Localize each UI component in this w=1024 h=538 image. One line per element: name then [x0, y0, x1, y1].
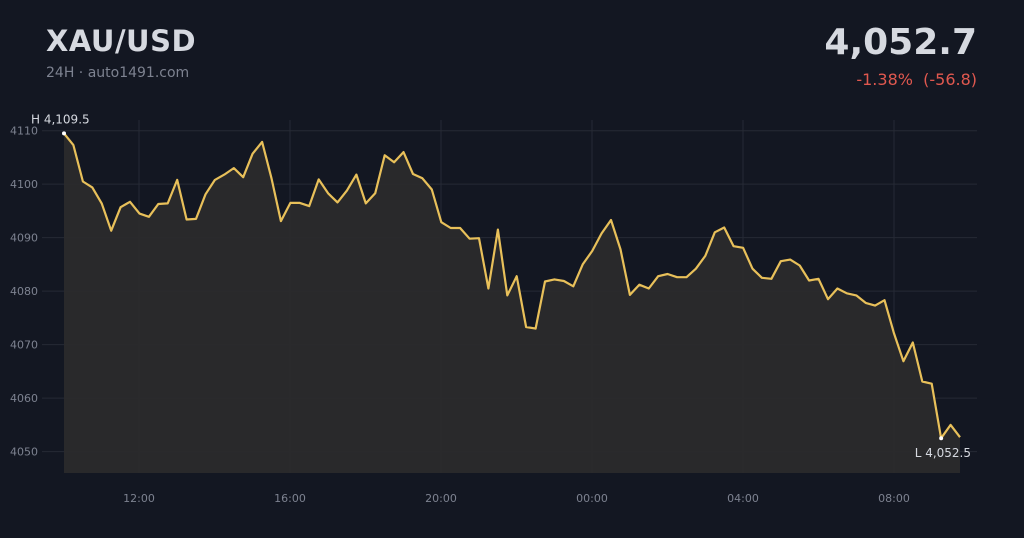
price-chart[interactable]: 4050 4060 4070 4080 4090 4100 4110 12:00 16:00 20… — [0, 0, 1024, 538]
low-label: L 4,052.5 — [915, 446, 971, 460]
y-tick-label: 4070 — [10, 339, 38, 352]
y-tick-label: 4050 — [10, 446, 38, 459]
x-tick-label: 08:00 — [878, 492, 910, 505]
y-tick-label: 4060 — [10, 392, 38, 405]
x-tick-label: 12:00 — [123, 492, 155, 505]
high-marker — [62, 131, 66, 136]
y-tick-label: 4110 — [10, 125, 38, 138]
x-tick-label: 00:00 — [576, 492, 608, 505]
y-tick-label: 4100 — [10, 178, 38, 191]
x-tick-label: 16:00 — [274, 492, 306, 505]
x-tick-label: 20:00 — [425, 492, 457, 505]
low-marker — [939, 436, 944, 441]
high-label: H 4,109.5 — [31, 112, 90, 126]
y-tick-label: 4080 — [10, 285, 38, 298]
x-tick-label: 04:00 — [727, 492, 759, 505]
y-tick-label: 4090 — [10, 232, 38, 245]
